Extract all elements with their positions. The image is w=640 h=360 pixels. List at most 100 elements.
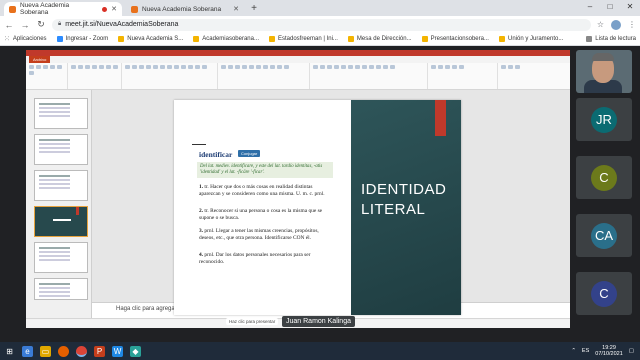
accent-bar [435, 100, 446, 136]
bookmark-label: Aplicaciones [12, 36, 47, 42]
bookmark-presentacion[interactable]: Presentacionsobera... [421, 36, 489, 42]
bookmark-label: Presentacionsobera... [430, 36, 489, 42]
definition-3: 3. prnl. Llegar a tener las mismas creen… [199, 228, 333, 241]
participant-tile[interactable]: JR [576, 98, 632, 141]
reading-list-label: Lista de lectura [595, 36, 636, 42]
bookmark-star-icon[interactable]: ☆ [597, 20, 604, 30]
bookmark-label: Unión y Juramento... [507, 36, 564, 42]
bookmark-union[interactable]: Unión y Juramento... [498, 36, 564, 42]
folder-icon [347, 36, 354, 42]
close-window-button[interactable]: ✕ [620, 0, 640, 14]
url-text: meet.jit.si/NuevaAcademiaSoberana [65, 21, 179, 28]
participant-tile[interactable]: C [576, 156, 632, 199]
ie-icon[interactable]: e [22, 345, 33, 357]
definition-text: prnl. Dar los datos personales necesario… [199, 252, 311, 265]
presenting-hint: Haz clic para presentar [226, 318, 279, 325]
system-tray: ⌃ ES 19:29 07/10/2021 ▢ [571, 345, 640, 358]
windows-taskbar: ⊞ e ▭ P W ◆ ⌃ ES 19:29 07/10/2021 ▢ [0, 342, 640, 360]
slide-thumbnail[interactable] [34, 170, 88, 201]
divider [192, 144, 206, 145]
folder-icon [268, 36, 275, 42]
apps-grid-icon: ⁙ [4, 36, 10, 43]
windows-start-icon[interactable]: ⊞ [4, 346, 15, 357]
slide-thumbnail[interactable] [34, 98, 88, 129]
participant-tile[interactable]: CA [576, 214, 632, 257]
ppt-ribbon [26, 63, 570, 90]
back-icon[interactable]: ← [4, 20, 14, 30]
notifications-icon[interactable]: ▢ [629, 348, 634, 354]
definition-text: prnl. Llegar a tener las mismas creencia… [199, 228, 319, 241]
slide-thumbnail[interactable] [34, 278, 88, 300]
folder-icon [498, 36, 505, 42]
close-tab-icon[interactable]: ✕ [233, 5, 239, 13]
ppt-ribbon-tabs: Archivo [26, 56, 570, 63]
participant-avatar: CA [591, 222, 617, 249]
ribbon-group [218, 63, 310, 89]
definition-text: tr. Hacer que dos o más cosas en realida… [199, 184, 325, 197]
definition-4: 4. prnl. Dar los datos personales necesa… [199, 252, 333, 265]
participant-avatar: JR [591, 106, 617, 133]
tab-title: Nueva Academia Soberana [20, 2, 70, 16]
clock[interactable]: 19:29 07/10/2021 [595, 345, 623, 358]
ribbon-group [122, 63, 218, 89]
shared-screen-powerpoint: Archivo Haga clic para agregar notas ide… [26, 50, 570, 328]
definition-number: 4. [199, 252, 204, 258]
jitsi-favicon-icon [9, 5, 16, 13]
browser-actions: ☆ ⋮ [597, 19, 636, 30]
jitsi-favicon-icon [131, 5, 138, 13]
bookmark-apps[interactable]: ⁙ Aplicaciones [4, 35, 47, 43]
tray-up-icon[interactable]: ⌃ [571, 348, 576, 354]
bookmark-label: Mesa de Dirección... [356, 36, 412, 42]
bookmark-label: Nueva Academia S... [127, 36, 184, 42]
bookmark-estadosfreeman[interactable]: Estadosfreeman | Ini... [268, 36, 338, 42]
definition-number: 2. [199, 208, 204, 214]
bookmark-label: Estadosfreeman | Ini... [277, 36, 338, 42]
close-tab-icon[interactable]: ✕ [111, 5, 117, 13]
bookmark-zoom[interactable]: Ingresar - Zoom [56, 36, 108, 42]
reading-list-icon [586, 36, 593, 42]
presenter-name-label: Juan Ramon Kalinga [282, 316, 355, 327]
chrome-icon[interactable] [76, 345, 87, 357]
bookmark-mesa-direccion[interactable]: Mesa de Dirección... [347, 36, 412, 42]
slide-thumbnail-selected[interactable] [34, 206, 88, 237]
slide-thumbnail[interactable] [34, 242, 88, 273]
file-explorer-icon[interactable]: ▭ [40, 345, 51, 357]
folder-icon [118, 36, 125, 42]
ribbon-group [428, 63, 498, 89]
slide-thumbnails-pane [26, 90, 92, 318]
reload-icon[interactable]: ↻ [36, 19, 46, 30]
browser-tab-second[interactable]: Nueva Academia Soberana ✕ [126, 2, 244, 16]
participant-video-tile[interactable] [576, 50, 632, 93]
url-input[interactable]: 🔒︎ meet.jit.si/NuevaAcademiaSoberana [52, 18, 591, 31]
menu-dots-icon[interactable]: ⋮ [628, 20, 636, 30]
ppt-file-tab[interactable]: Archivo [29, 56, 51, 63]
current-slide: identificar Conjugar Del lat. mediev. id… [174, 100, 461, 315]
profile-avatar[interactable] [611, 19, 621, 30]
browser-tab-meet[interactable]: Nueva Academia Soberana ✕ [4, 2, 122, 16]
participant-tile[interactable]: C [576, 272, 632, 315]
thumbnails-header [26, 90, 91, 96]
participant-avatar: C [591, 280, 617, 307]
bookmark-nueva-academia[interactable]: Nueva Academia S... [118, 36, 183, 42]
ribbon-group [68, 63, 122, 89]
browser-tab-bar: Nueva Academia Soberana ✕ Nueva Academia… [0, 0, 640, 16]
forward-icon[interactable]: → [20, 20, 30, 30]
maximize-button[interactable]: □ [600, 0, 620, 14]
slide-thumbnail[interactable] [34, 134, 88, 165]
definition-number: 3. [199, 228, 204, 234]
app-icon[interactable]: ◆ [130, 345, 141, 357]
conjugate-button: Conjugar [238, 150, 261, 157]
new-tab-button[interactable]: + [248, 3, 260, 15]
minimize-button[interactable]: – [580, 0, 600, 14]
reading-list[interactable]: Lista de lectura [586, 36, 636, 42]
participants-filmstrip: JR C CA C [572, 46, 640, 342]
recording-indicator-icon [102, 6, 108, 12]
bookmark-academiasoberana[interactable]: Academiasoberana... [193, 36, 259, 42]
firefox-icon[interactable] [58, 345, 69, 357]
word-icon[interactable]: W [112, 345, 123, 357]
language-indicator[interactable]: ES [582, 348, 589, 354]
powerpoint-icon[interactable]: P [94, 345, 105, 357]
slide-title-panel: IDENTIDAD LITERAL [351, 100, 461, 315]
definition-text: tr. Reconocer si una persona o cosa es l… [199, 208, 323, 221]
participant-avatar: C [591, 164, 617, 191]
